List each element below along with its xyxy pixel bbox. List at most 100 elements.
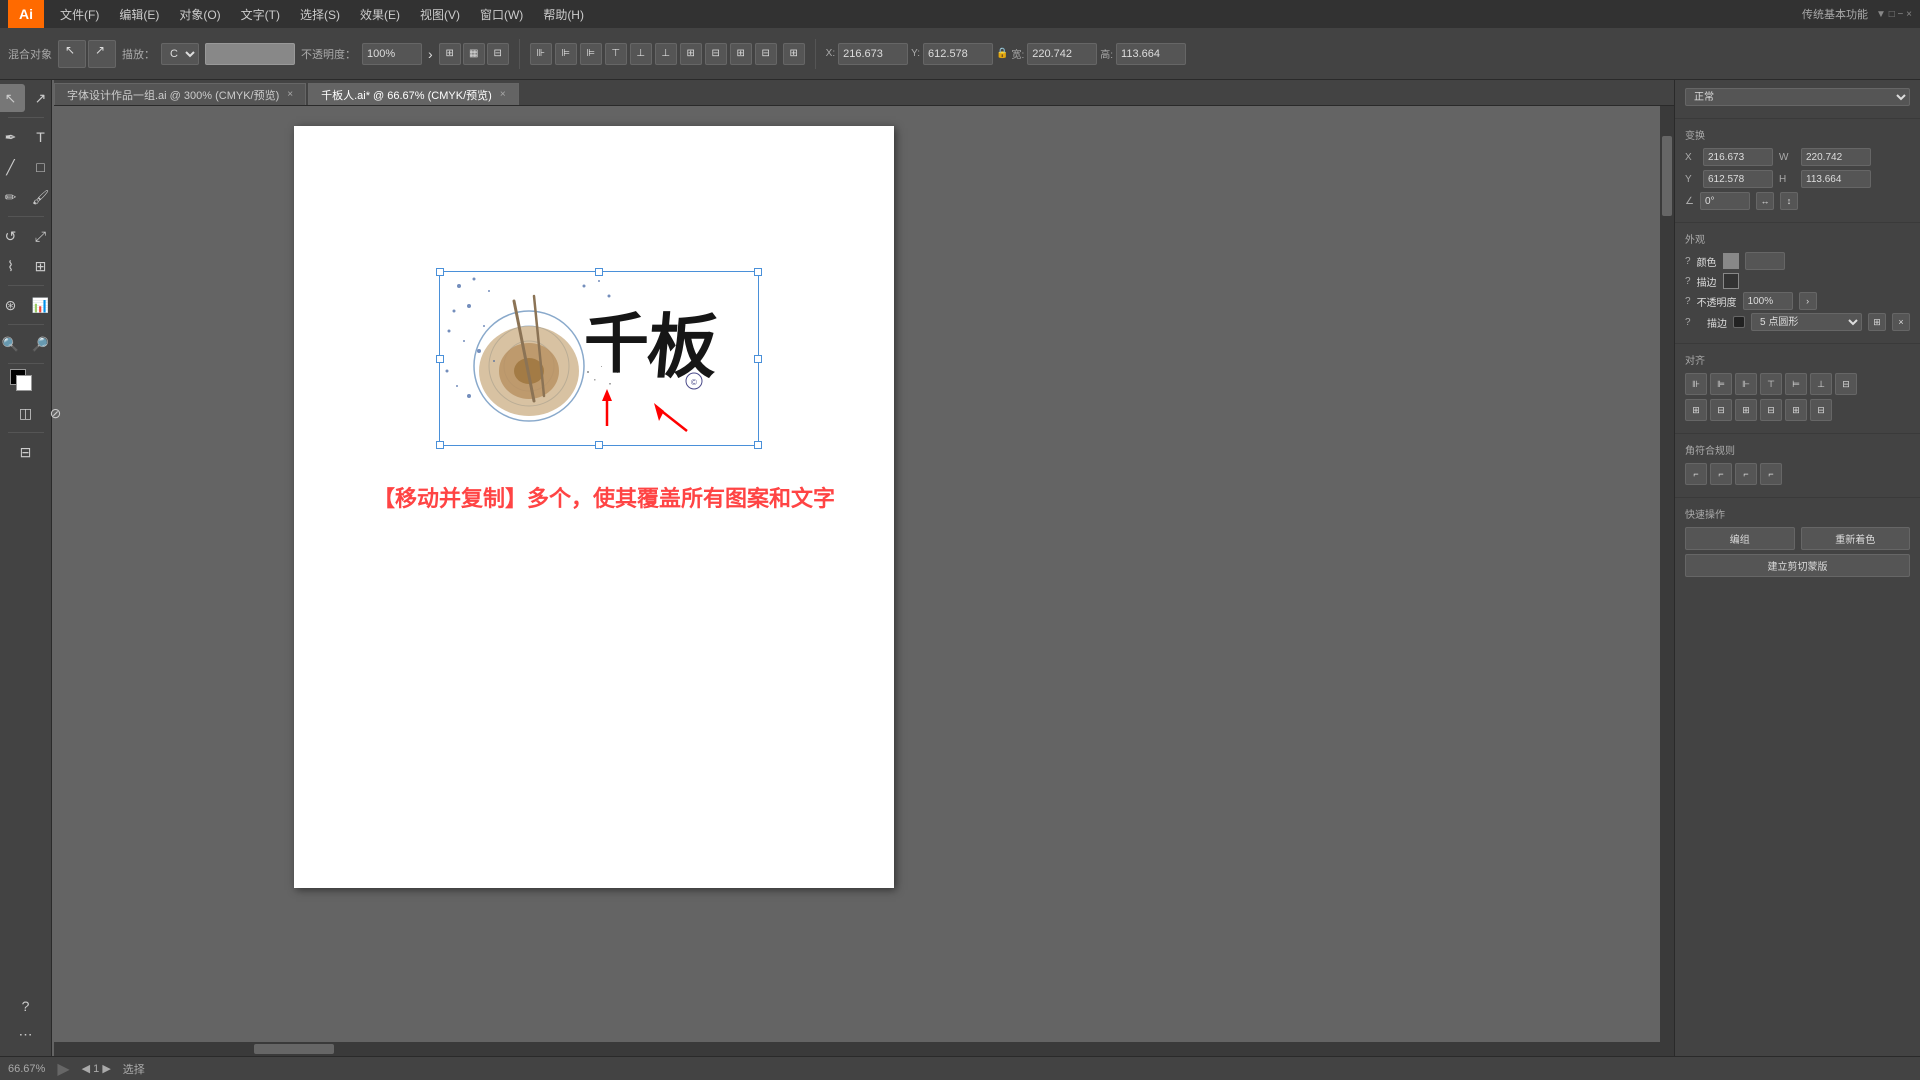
menu-select[interactable]: 选择(S): [292, 4, 348, 25]
opacity-value-input[interactable]: [1743, 292, 1793, 310]
stroke-swatch[interactable]: [1723, 273, 1739, 289]
pen-tool[interactable]: ✒: [0, 123, 25, 151]
corner-btn-3[interactable]: ⌐: [1735, 463, 1757, 485]
toolbar-color-input[interactable]: [205, 43, 295, 65]
opacity-arrow-btn[interactable]: ›: [1799, 292, 1817, 310]
blend-mode-select[interactable]: 正常: [1685, 88, 1910, 106]
fill-value-input[interactable]: [1745, 252, 1785, 270]
transform-x-input[interactable]: [1703, 148, 1773, 166]
align-btn-1[interactable]: ⊞: [439, 43, 461, 65]
corner-btn-1[interactable]: ⌐: [1685, 463, 1707, 485]
align-v-top[interactable]: ⊤: [605, 43, 627, 65]
align-btn-3[interactable]: ⊟: [487, 43, 509, 65]
handle-tl[interactable]: [436, 268, 444, 276]
align-h-dist[interactable]: ⊟: [705, 43, 727, 65]
menu-window[interactable]: 窗口(W): [472, 4, 531, 25]
handle-ml[interactable]: [436, 355, 444, 363]
stroke-swatch-small[interactable]: [1733, 316, 1745, 328]
zoom-tool[interactable]: 🔎: [27, 330, 55, 358]
align-btn-2[interactable]: ▦: [463, 43, 485, 65]
toolbar-scale-select[interactable]: C: [161, 43, 199, 65]
stroke-delete-btn[interactable]: ×: [1892, 313, 1910, 331]
dist-extra4-btn[interactable]: ⊟: [1810, 399, 1832, 421]
normal-screen-btn[interactable]: ⊟: [12, 438, 40, 466]
corner-btn-2[interactable]: ⌐: [1710, 463, 1732, 485]
h-coord-input[interactable]: [1116, 43, 1186, 65]
tab-2-close[interactable]: ×: [500, 89, 506, 100]
dist-extra2-btn[interactable]: ⊟: [1760, 399, 1782, 421]
group-btn[interactable]: 编组: [1685, 527, 1795, 550]
opacity-arrow[interactable]: ›: [428, 46, 433, 62]
handle-bm[interactable]: [595, 441, 603, 449]
horizontal-scrollbar[interactable]: [54, 1042, 1660, 1056]
menu-view[interactable]: 视图(V): [412, 4, 468, 25]
y-coord-input[interactable]: [923, 43, 993, 65]
stroke-color[interactable]: [16, 375, 32, 391]
artwork-container[interactable]: 千 板 ©: [439, 271, 759, 446]
warp-tool[interactable]: ⌇: [0, 252, 25, 280]
align-h-left[interactable]: ⊪: [530, 43, 552, 65]
type-tool[interactable]: T: [27, 123, 55, 151]
stroke-preset-select[interactable]: 5 点圆形: [1751, 313, 1862, 331]
recolor-btn[interactable]: 重新着色: [1801, 527, 1911, 550]
transform-w-input[interactable]: [1801, 148, 1871, 166]
free-transform-tool[interactable]: ⊞: [27, 252, 55, 280]
menu-file[interactable]: 文件(F): [52, 4, 107, 25]
align-top-btn[interactable]: ⊤: [1760, 373, 1782, 395]
dist-v-btn[interactable]: ⊟: [1710, 399, 1732, 421]
menu-help[interactable]: 帮助(H): [535, 4, 592, 25]
color-mode-btn[interactable]: □: [0, 399, 10, 427]
gradient-mode-btn[interactable]: ◫: [12, 399, 40, 427]
dist-extra3-btn[interactable]: ⊞: [1785, 399, 1807, 421]
brush-tool[interactable]: 🖌: [27, 183, 55, 211]
chart-tool[interactable]: 📊: [27, 291, 55, 319]
corner-btn-4[interactable]: ⌐: [1760, 463, 1782, 485]
tab-1-close[interactable]: ×: [287, 89, 293, 100]
clipping-mask-btn[interactable]: 建立剪切蒙版: [1685, 554, 1910, 577]
rect-tool[interactable]: □: [27, 153, 55, 181]
pencil-tool[interactable]: ✏: [0, 183, 25, 211]
flip-v-btn[interactable]: ↕: [1780, 192, 1798, 210]
select-tool[interactable]: ↖: [0, 84, 25, 112]
handle-tr[interactable]: [754, 268, 762, 276]
align-v-dist[interactable]: ⊞: [680, 43, 702, 65]
align-bottom-btn[interactable]: ⊥: [1810, 373, 1832, 395]
opacity-input[interactable]: [362, 43, 422, 65]
align-extra1[interactable]: ⊞: [730, 43, 752, 65]
align-center-v-btn[interactable]: ⊨: [1785, 373, 1807, 395]
flip-h-btn[interactable]: ↔: [1756, 192, 1774, 210]
tab-1[interactable]: 字体设计作品一组.ai @ 300% (CMYK/预览) ×: [54, 83, 306, 105]
transform-angle-input[interactable]: [1700, 192, 1750, 210]
eyedropper-tool[interactable]: 🔍: [0, 330, 25, 358]
dist-h-btn[interactable]: ⊞: [1685, 399, 1707, 421]
w-coord-input[interactable]: [1027, 43, 1097, 65]
extra-tool-btn[interactable]: ⋯: [12, 1020, 40, 1048]
handle-tm[interactable]: [595, 268, 603, 276]
none-mode-btn[interactable]: ⊘: [42, 399, 70, 427]
select-mode-btn2[interactable]: ↗: [88, 40, 116, 68]
grid-btn[interactable]: ⊞: [783, 43, 805, 65]
scale-tool[interactable]: ⤢: [27, 222, 55, 250]
align-h-right[interactable]: ⊫: [580, 43, 602, 65]
transform-h-input[interactable]: [1801, 170, 1871, 188]
menu-effect[interactable]: 效果(E): [352, 4, 408, 25]
align-center-h-btn[interactable]: ⊫: [1710, 373, 1732, 395]
transform-y-input[interactable]: [1703, 170, 1773, 188]
menu-type[interactable]: 文字(T): [233, 4, 288, 25]
handle-br[interactable]: [754, 441, 762, 449]
x-coord-input[interactable]: [838, 43, 908, 65]
align-v-center[interactable]: ⊥: [630, 43, 652, 65]
align-right-btn[interactable]: ⊩: [1735, 373, 1757, 395]
symbol-tool[interactable]: ⊛: [0, 291, 25, 319]
rotate-tool[interactable]: ↺: [0, 222, 25, 250]
align-extra2[interactable]: ⊟: [755, 43, 777, 65]
tab-2[interactable]: 千板人.ai* @ 66.67% (CMYK/预览) ×: [308, 83, 519, 105]
select-mode-btn[interactable]: ↖: [58, 40, 86, 68]
handle-bl[interactable]: [436, 441, 444, 449]
vertical-scrollbar[interactable]: [1660, 106, 1674, 1056]
menu-object[interactable]: 对象(O): [171, 4, 228, 25]
align-extra-btn[interactable]: ⊟: [1835, 373, 1857, 395]
line-tool[interactable]: ╱: [0, 153, 25, 181]
align-v-bottom[interactable]: ⊥: [655, 43, 677, 65]
menu-edit[interactable]: 编辑(E): [111, 4, 167, 25]
